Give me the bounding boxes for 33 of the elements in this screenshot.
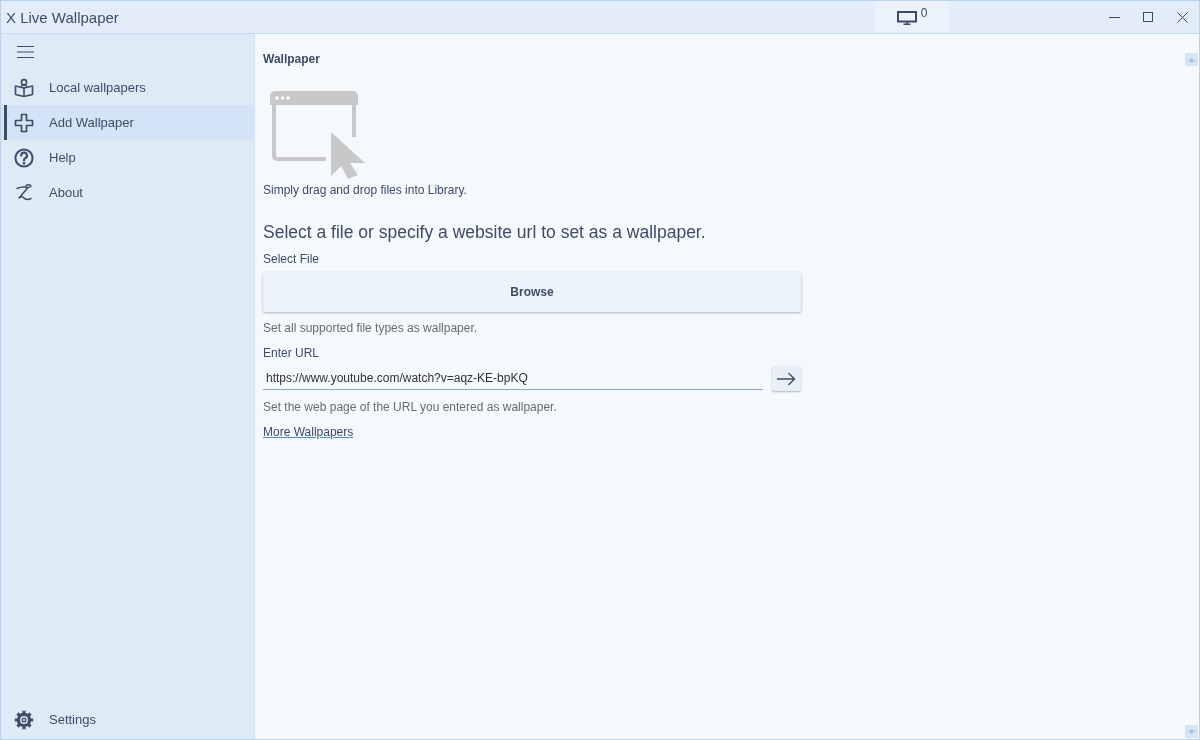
- go-button[interactable]: [772, 366, 801, 391]
- open-book-icon: [14, 77, 34, 98]
- triangle-down-icon: [1188, 729, 1195, 734]
- scroll-down-button[interactable]: [1185, 725, 1198, 738]
- section-title: Wallpaper: [263, 51, 320, 67]
- window-title: X Live Wallpaper: [5, 8, 119, 26]
- more-wallpapers-link[interactable]: More Wallpapers: [263, 424, 354, 440]
- sidebar-item[interactable]: Help: [1, 140, 254, 175]
- file-hint: Set all supported file types as wallpaper.: [263, 320, 478, 336]
- minimize-icon: [1108, 16, 1120, 18]
- drop-hint: Simply drag and drop files into Library.: [263, 182, 467, 198]
- arrow-right-icon: [777, 371, 796, 386]
- menu-icon: [16, 45, 34, 58]
- settings-icon: [14, 709, 34, 730]
- select-file-label: Select File: [263, 251, 320, 267]
- triangle-up-icon: [1188, 57, 1195, 62]
- url-label: Enter URL: [263, 345, 320, 361]
- help-icon: [14, 147, 34, 168]
- scroll-up-button[interactable]: [1185, 53, 1198, 66]
- url-field[interactable]: https://www.youtube.com/watch?v=aqz-KE-bpKQ: [263, 367, 763, 390]
- sidebar-item[interactable]: About: [1, 175, 254, 210]
- sidebar-item[interactable]: Local wallpapers: [1, 70, 254, 105]
- plus-icon: [14, 112, 34, 133]
- monitor-button[interactable]: 0: [875, 1, 949, 32]
- maximize-icon: [1143, 12, 1153, 22]
- page-heading: Select a file or specify a website url to set as a wallpaper.: [263, 221, 706, 243]
- browse-button[interactable]: Browse: [263, 272, 801, 312]
- sidebar-item[interactable]: Add Wallpaper: [1, 105, 254, 140]
- url-hint: Set the web page of the URL you entered as wallpaper.: [263, 399, 557, 415]
- scribble-icon: [14, 182, 34, 203]
- monitor-icon: [896, 11, 917, 25]
- settings-button[interactable]: Settings: [1, 702, 254, 737]
- close-icon: [1176, 11, 1188, 23]
